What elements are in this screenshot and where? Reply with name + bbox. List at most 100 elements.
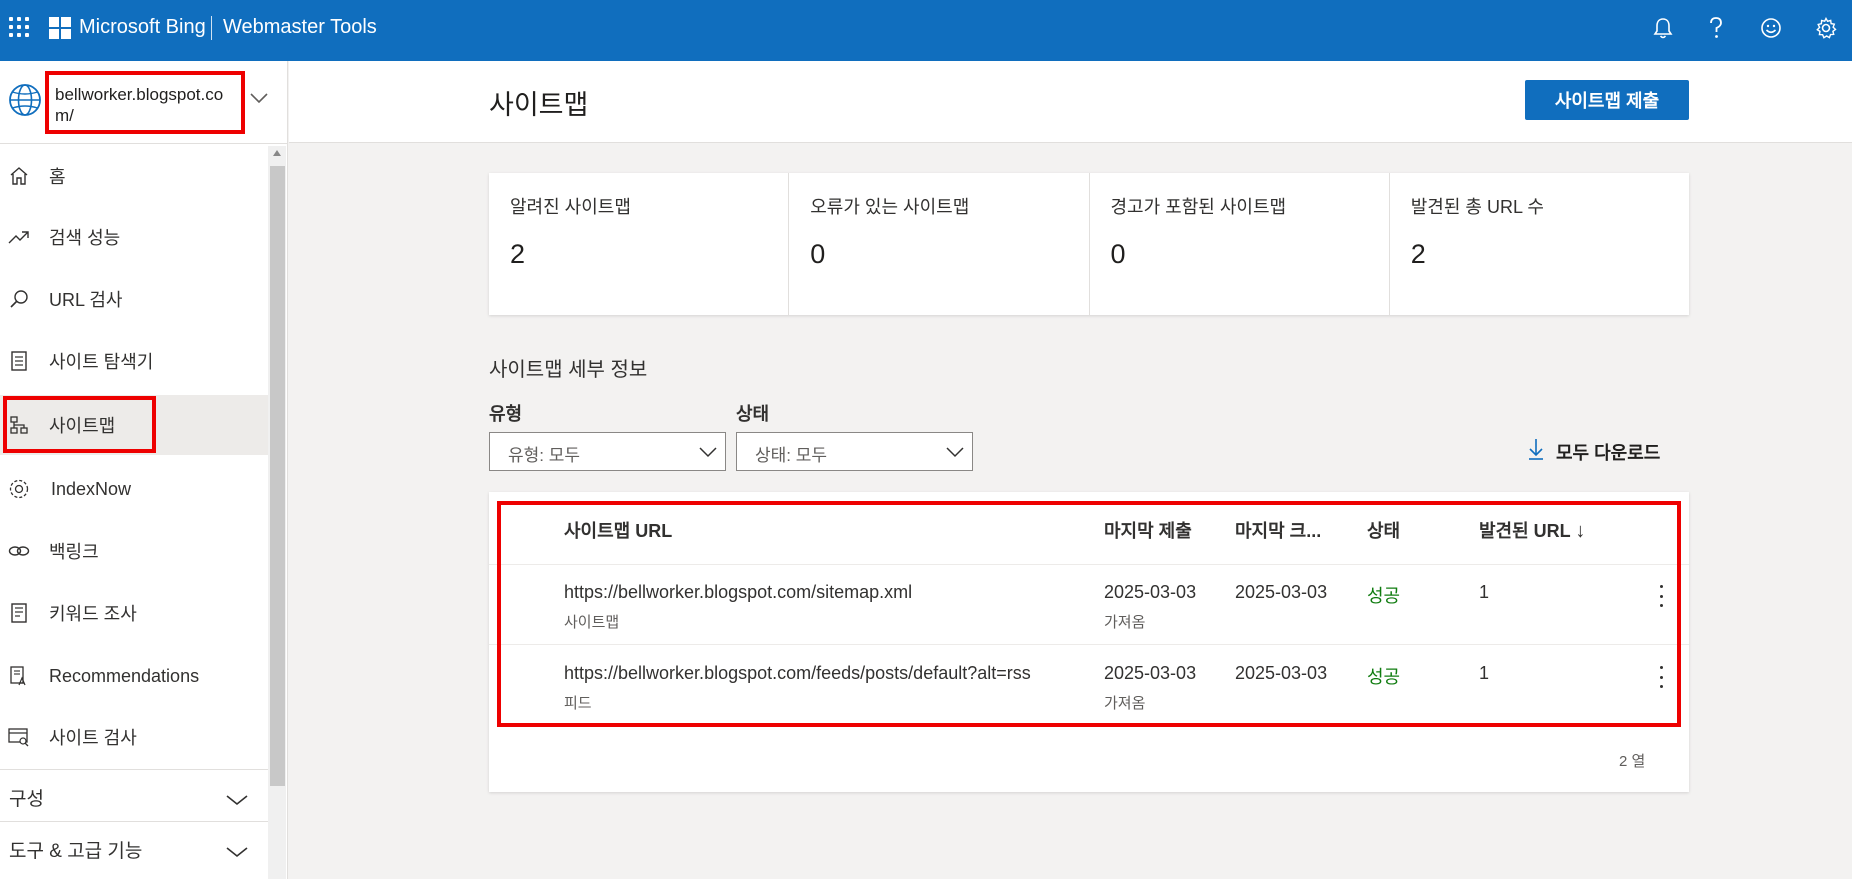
stat-label: 경고가 포함된 사이트맵 — [1110, 197, 1287, 217]
page-title: 사이트맵 — [489, 90, 589, 120]
more-options-icon[interactable] — [1657, 585, 1665, 607]
sitemap-type: 사이트맵 — [564, 614, 620, 631]
download-all-label: 모두 다운로드 — [1556, 442, 1661, 463]
status-badge: 성공 — [1367, 586, 1401, 606]
type-filter-label: 유형 — [489, 404, 523, 424]
sitemap-details-title: 사이트맵 세부 정보 — [489, 359, 648, 381]
trending-icon — [8, 226, 30, 248]
sort-descending-icon: ↓ — [1575, 520, 1586, 542]
nav-label: IndexNow — [51, 478, 132, 499]
scroll-thumb[interactable] — [270, 166, 285, 786]
nav-label: 검색 성능 — [49, 228, 121, 248]
more-options-icon[interactable] — [1657, 666, 1665, 688]
nav-group-configuration[interactable]: 구성 — [0, 769, 268, 821]
app-launcher-icon[interactable] — [9, 17, 29, 37]
main-header: 사이트맵 사이트맵 제출 — [289, 61, 1852, 143]
sitemaps-table: 사이트맵 URL 마지막 제출 마지막 크... 상태 발견된 URL ↓ ht… — [489, 492, 1689, 792]
nav-item-keyword-research[interactable]: 키워드 조사 — [0, 583, 268, 643]
nav-label: 홈 — [49, 167, 66, 187]
nav-item-search-performance[interactable]: 검색 성능 — [0, 207, 268, 267]
stat-known-sitemaps: 알려진 사이트맵 2 — [489, 173, 790, 315]
nav-label: 사이트 검사 — [49, 728, 137, 748]
stat-sitemaps-with-errors: 오류가 있는 사이트맵 0 — [789, 173, 1090, 315]
chevron-down-icon — [946, 443, 964, 463]
home-icon — [8, 165, 30, 187]
search-icon — [8, 288, 30, 310]
submission-source: 가져옴 — [1104, 695, 1146, 712]
bell-icon[interactable] — [1650, 15, 1676, 41]
status-filter-label: 상태 — [736, 404, 770, 424]
last-crawled: 2025-03-03 — [1235, 582, 1328, 602]
nav-item-indexnow[interactable]: IndexNow — [0, 459, 268, 519]
stat-label: 알려진 사이트맵 — [510, 197, 631, 217]
stat-label: 오류가 있는 사이트맵 — [810, 197, 970, 217]
status-badge: 성공 — [1367, 667, 1401, 687]
column-header-status[interactable]: 상태 — [1367, 517, 1400, 543]
discovered-urls: 1 — [1479, 582, 1490, 602]
type-filter-value: 유형: 모두 — [508, 446, 581, 465]
sitemap-url[interactable]: https://bellworker.blogspot.com/feeds/po… — [564, 663, 1031, 684]
nav-label: URL 검사 — [49, 290, 123, 310]
nav-item-recommendations[interactable]: Recommendations — [0, 646, 268, 706]
gear-icon — [8, 478, 30, 500]
brand-name[interactable]: Microsoft Bing — [79, 16, 206, 39]
discovered-urls: 1 — [1479, 663, 1490, 683]
recommendations-icon — [8, 665, 30, 687]
help-icon[interactable] — [1703, 15, 1729, 41]
nav-label: Recommendations — [49, 665, 200, 686]
table-row[interactable]: https://bellworker.blogspot.com/sitemap.… — [489, 565, 1689, 645]
sitemap-url[interactable]: https://bellworker.blogspot.com/sitemap.… — [564, 582, 912, 603]
document-list-icon — [8, 350, 30, 372]
stat-total-urls-discovered: 발견된 총 URL 수 2 — [1390, 173, 1689, 315]
nav-group-tools[interactable]: 도구 & 고급 기능 — [0, 821, 268, 873]
stat-value: 2 — [1410, 239, 1426, 269]
column-header-last-submitted[interactable]: 마지막 제출 — [1104, 517, 1192, 543]
sitemap-type: 피드 — [564, 695, 592, 712]
type-filter-dropdown[interactable]: 유형: 모두 — [489, 432, 726, 471]
brand-divider — [211, 16, 212, 40]
table-row[interactable]: https://bellworker.blogspot.com/feeds/po… — [489, 646, 1689, 726]
status-filter-value: 상태: 모두 — [755, 446, 828, 465]
site-scan-icon — [8, 726, 30, 748]
link-icon — [8, 540, 30, 562]
stat-value: 0 — [1110, 239, 1126, 269]
download-arrow-icon — [1528, 438, 1544, 465]
column-header-label: 발견된 URL — [1479, 521, 1571, 541]
site-name[interactable]: bellworker.blogspot.com/ — [45, 71, 245, 134]
microsoft-logo-icon — [49, 17, 71, 39]
nav-item-url-inspection[interactable]: URL 검사 — [0, 269, 268, 329]
nav-item-home[interactable]: 홈 — [0, 146, 268, 206]
sidebar: bellworker.blogspot.com/ 홈 검색 성능 URL 검사 … — [0, 61, 288, 879]
nav-item-site-explorer[interactable]: 사이트 탐색기 — [0, 331, 268, 391]
sitemap-icon — [8, 414, 30, 436]
sidebar-scrollbar[interactable] — [268, 146, 286, 879]
nav-group-label: 구성 — [9, 789, 44, 810]
nav-label: 키워드 조사 — [49, 604, 137, 624]
chevron-down-icon — [226, 790, 248, 812]
submission-source: 가져옴 — [1104, 614, 1146, 631]
row-divider — [489, 644, 1689, 645]
settings-gear-icon[interactable] — [1813, 15, 1839, 41]
nav-item-sitemaps[interactable]: 사이트맵 — [0, 395, 268, 455]
stat-value: 2 — [510, 239, 526, 269]
top-bar: Microsoft Bing Webmaster Tools — [0, 0, 1852, 61]
row-count: 2 열 — [1619, 753, 1646, 770]
chevron-down-icon[interactable] — [250, 91, 268, 109]
status-filter-dropdown[interactable]: 상태: 모두 — [736, 432, 973, 471]
column-header-sitemap-url[interactable]: 사이트맵 URL — [564, 517, 672, 543]
submit-sitemap-button[interactable]: 사이트맵 제출 — [1525, 80, 1689, 120]
column-header-last-crawled[interactable]: 마지막 크... — [1235, 517, 1321, 543]
nav-label: 사이트 탐색기 — [49, 352, 154, 372]
stats-card: 알려진 사이트맵 2 오류가 있는 사이트맵 0 경고가 포함된 사이트맵 0 … — [489, 173, 1689, 315]
nav-item-backlinks[interactable]: 백링크 — [0, 521, 268, 581]
nav-label: 백링크 — [49, 542, 99, 562]
last-submitted: 2025-03-03 — [1104, 582, 1197, 602]
keyword-doc-icon — [8, 602, 30, 624]
site-selector[interactable]: bellworker.blogspot.com/ — [0, 61, 288, 144]
scroll-up-arrow-icon[interactable] — [273, 150, 281, 156]
download-all-button[interactable]: 모두 다운로드 — [1528, 438, 1660, 465]
feedback-smiley-icon[interactable] — [1758, 15, 1784, 41]
product-name[interactable]: Webmaster Tools — [223, 16, 377, 39]
nav-item-site-scan[interactable]: 사이트 검사 — [0, 707, 268, 767]
column-header-discovered-urls[interactable]: 발견된 URL ↓ — [1479, 517, 1585, 543]
